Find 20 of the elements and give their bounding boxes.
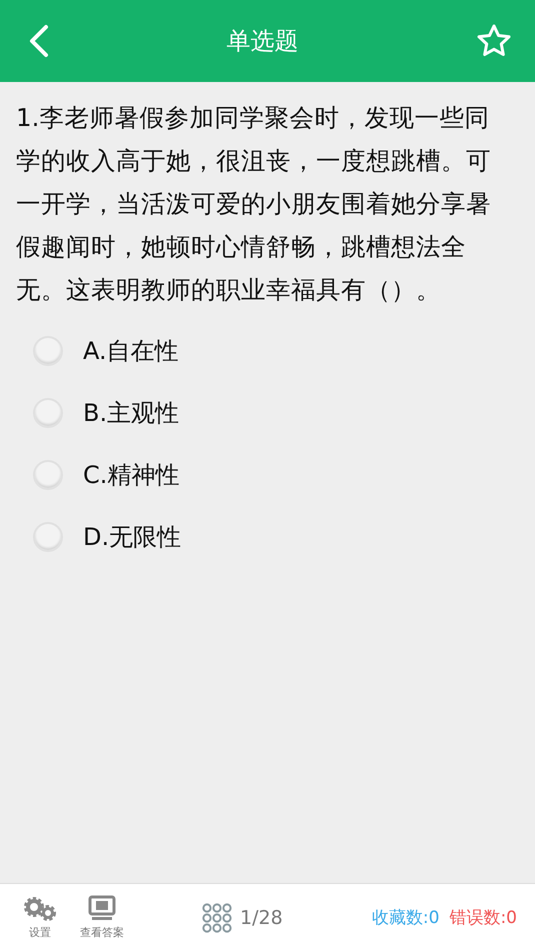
- answer-option[interactable]: C.精神性: [33, 459, 180, 491]
- radio-button[interactable]: [33, 522, 63, 552]
- monitor-icon: [88, 895, 116, 923]
- grid-icon: [202, 902, 232, 932]
- answer-option[interactable]: B.主观性: [33, 397, 180, 429]
- page-title: 单选题: [226, 26, 298, 57]
- back-icon[interactable]: [28, 24, 50, 58]
- answer-option[interactable]: A.自在性: [33, 335, 179, 367]
- errors-count: 错误数:0: [449, 907, 517, 929]
- star-icon[interactable]: [475, 23, 513, 59]
- radio-button[interactable]: [33, 460, 63, 490]
- answer-option[interactable]: D.无限性: [33, 521, 182, 553]
- radio-button[interactable]: [33, 336, 63, 366]
- settings-button[interactable]: 设置: [22, 895, 58, 940]
- radio-button[interactable]: [33, 398, 63, 428]
- view-answer-button[interactable]: 查看答案: [80, 895, 124, 940]
- question-text: 1.李老师暑假参加同学聚会时，发现一些同学的收入高于她，很沮丧，一度想跳槽。可一开学，当活泼可爱的小朋友围着她分享暑假趣闻时，她顿时心情舒畅，跳槽想法全无。这表明教师的职业幸福具有（）。: [15, 102, 492, 306]
- question-index-button[interactable]: 1/28: [202, 902, 283, 932]
- favorites-count: 收藏数:0: [372, 907, 440, 929]
- gears-icon: [22, 895, 58, 923]
